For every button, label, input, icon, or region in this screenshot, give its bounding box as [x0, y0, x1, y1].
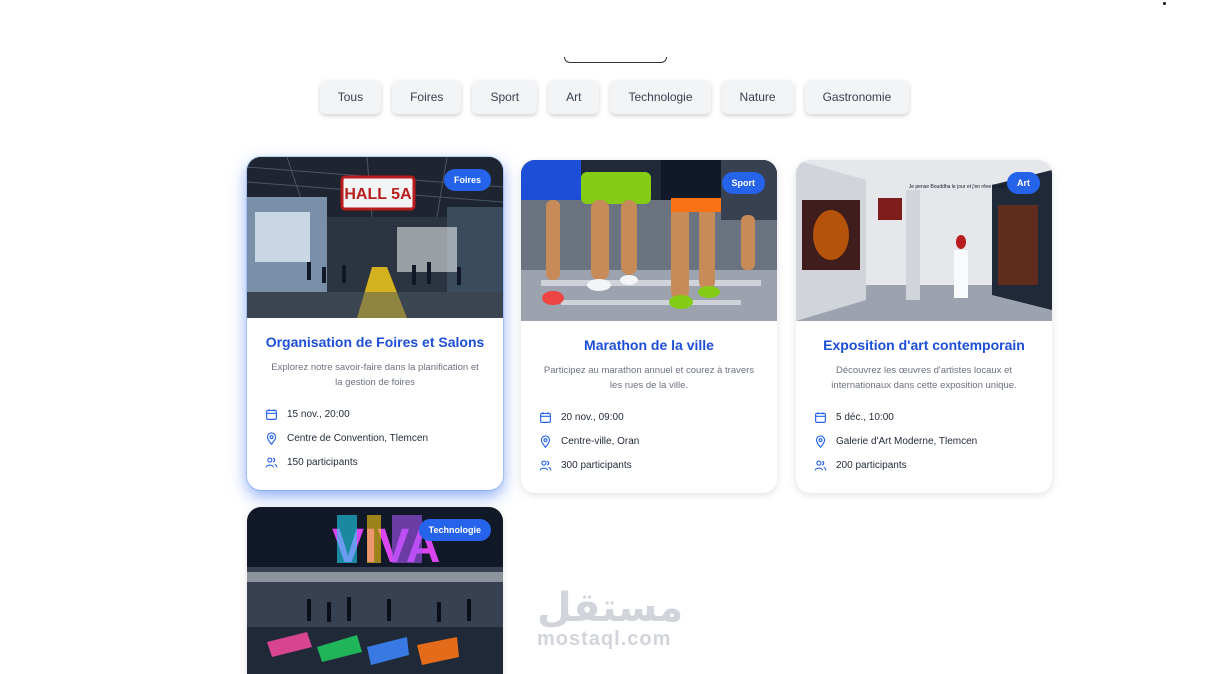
- event-image-trade-fair: HALL 5A Foires: [247, 157, 503, 318]
- users-icon: [539, 459, 552, 471]
- category-badge: Art: [1007, 172, 1040, 194]
- event-card-art[interactable]: Je pense Bouddha le jour et j'en rêve la…: [796, 160, 1052, 493]
- event-date-text: 20 nov., 09:00: [561, 411, 624, 423]
- category-badge: Foires: [443, 169, 491, 191]
- event-participants: 200 participants: [814, 453, 1034, 477]
- event-image-marathon: Sport: [521, 160, 777, 321]
- watermark-latin: mostaql.com: [537, 628, 672, 650]
- hall-sign-text: HALL 5A: [344, 186, 412, 203]
- map-pin-icon: [540, 434, 551, 448]
- map-pin-icon: [266, 431, 277, 445]
- decorative-dot: [1163, 2, 1166, 5]
- category-filter-bar: Tous Foires Sport Art Technologie Nature…: [0, 80, 1224, 114]
- event-date-text: 15 nov., 20:00: [287, 408, 350, 420]
- event-participants-text: 200 participants: [836, 459, 907, 471]
- event-participants: 300 participants: [539, 453, 759, 477]
- event-card-technologie[interactable]: VIVA Technologie: [247, 507, 503, 674]
- event-date: 15 nov., 20:00: [265, 402, 485, 426]
- calendar-icon: [540, 411, 551, 423]
- filter-gastronomie[interactable]: Gastronomie: [804, 80, 910, 114]
- category-badge: Sport: [721, 172, 765, 194]
- section-heading-underline: [564, 57, 667, 63]
- event-date: 5 déc., 10:00: [814, 405, 1034, 429]
- event-participants-text: 150 participants: [287, 456, 358, 468]
- event-location-text: Centre de Convention, Tlemcen: [287, 432, 429, 444]
- event-date-text: 5 déc., 10:00: [836, 411, 894, 423]
- filter-technologie[interactable]: Technologie: [610, 80, 711, 114]
- event-card-sport[interactable]: Sport Marathon de la ville Participez au…: [521, 160, 777, 493]
- filter-foires[interactable]: Foires: [392, 80, 462, 114]
- event-image-art-gallery: Je pense Bouddha le jour et j'en rêve la…: [796, 160, 1052, 321]
- event-image-tech-expo: VIVA Technologie: [247, 507, 503, 674]
- event-location: Galerie d'Art Moderne, Tlemcen: [814, 429, 1034, 453]
- filter-tous[interactable]: Tous: [319, 80, 382, 114]
- event-participants-text: 300 participants: [561, 459, 632, 471]
- category-badge: Technologie: [418, 519, 491, 541]
- event-date: 20 nov., 09:00: [539, 405, 759, 429]
- event-description: Participez au marathon annuel et courez …: [543, 365, 755, 391]
- calendar-icon: [266, 408, 277, 420]
- watermark-arabic: مستقل: [537, 585, 684, 631]
- users-icon: [814, 459, 827, 471]
- event-title[interactable]: Marathon de la ville: [539, 337, 759, 353]
- event-card-foires[interactable]: HALL 5A Foires Organisation de Foires et…: [247, 157, 503, 490]
- gallery-wall-text: Je pense Bouddha le jour et j'en rêve la…: [909, 184, 1008, 190]
- mostaql-watermark: مستقل mostaql.com: [537, 588, 683, 650]
- filter-nature[interactable]: Nature: [721, 80, 794, 114]
- event-location-text: Centre-ville, Oran: [561, 435, 640, 447]
- event-title[interactable]: Organisation de Foires et Salons: [265, 334, 485, 350]
- users-icon: [265, 456, 278, 468]
- event-description: Explorez notre savoir-faire dans la plan…: [271, 362, 479, 388]
- event-description: Découvrez les œuvres d'artistes locaux e…: [831, 365, 1017, 391]
- event-title[interactable]: Exposition d'art contemporain: [814, 337, 1034, 353]
- map-pin-icon: [815, 434, 826, 448]
- filter-sport[interactable]: Sport: [472, 80, 538, 114]
- event-participants: 150 participants: [265, 450, 485, 474]
- event-location: Centre-ville, Oran: [539, 429, 759, 453]
- calendar-icon: [815, 411, 826, 423]
- filter-art[interactable]: Art: [548, 80, 600, 114]
- event-location-text: Galerie d'Art Moderne, Tlemcen: [836, 435, 978, 447]
- event-location: Centre de Convention, Tlemcen: [265, 426, 485, 450]
